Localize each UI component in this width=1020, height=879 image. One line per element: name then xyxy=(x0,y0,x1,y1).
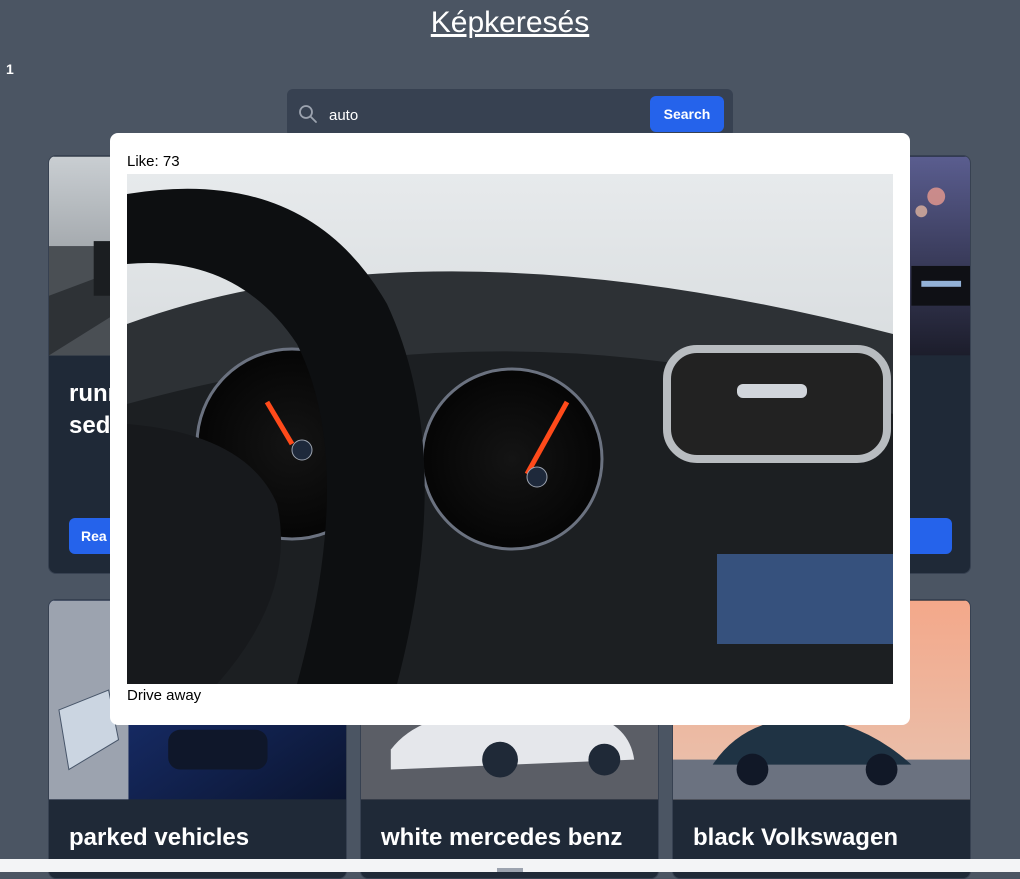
image-modal: Like: 73 Drive away xyxy=(110,133,910,725)
card-title: black Volkswagen xyxy=(693,824,898,851)
card-title: white mercedes benz xyxy=(381,824,623,851)
like-count: Like: 73 xyxy=(127,153,180,170)
search-input[interactable] xyxy=(327,101,631,129)
card-title: parked vehicles xyxy=(69,824,250,851)
search-button[interactable]: Search xyxy=(650,96,724,132)
modal-image xyxy=(127,174,893,684)
image-description: Drive away xyxy=(127,687,202,704)
scrollbar-thumb[interactable] xyxy=(497,868,523,872)
search-bar: Search xyxy=(287,89,733,137)
search-icon xyxy=(299,105,317,123)
read-more-button[interactable] xyxy=(903,518,952,554)
page-number: 1 xyxy=(6,61,14,77)
page-title: Képkeresés xyxy=(430,6,590,39)
